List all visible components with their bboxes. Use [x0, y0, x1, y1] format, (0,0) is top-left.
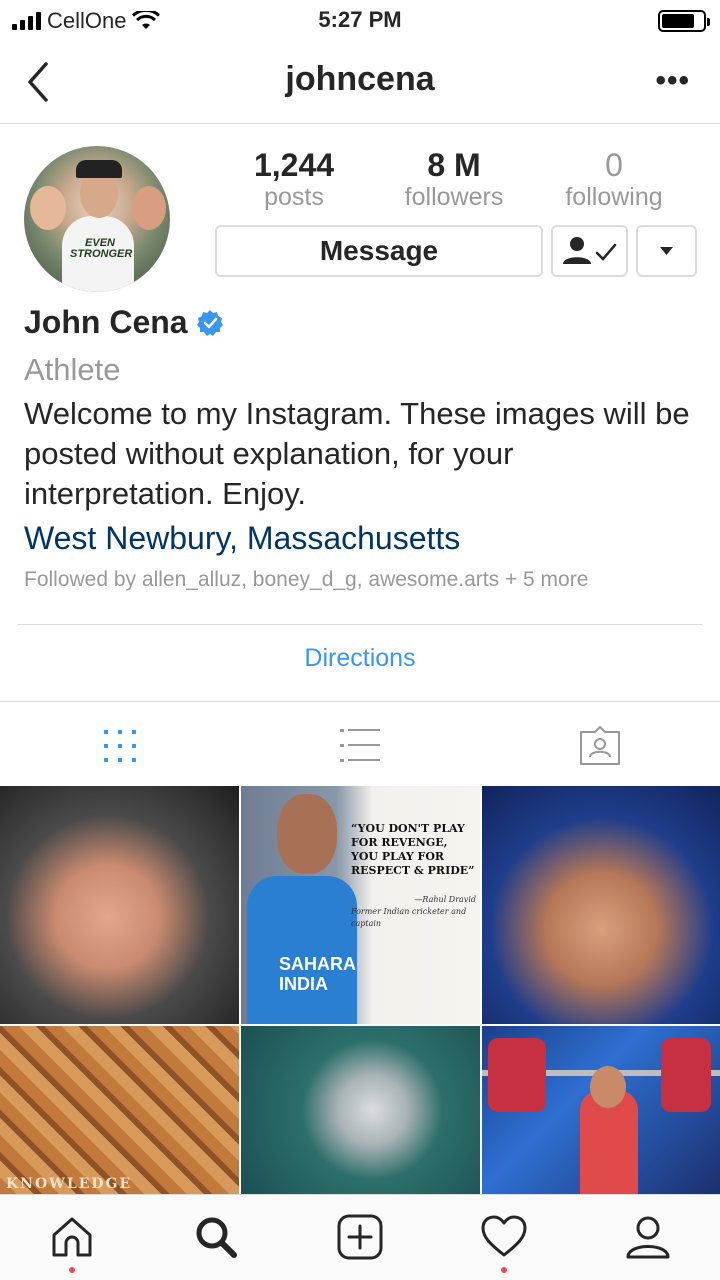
message-button[interactable]: Message [215, 225, 543, 277]
search-icon[interactable] [192, 1213, 240, 1261]
stat-posts[interactable]: 1,244 posts [214, 148, 374, 212]
post-thumbnail[interactable]: SAHARA INDIA “YOU DON'T PLAY FOR REVENGE… [241, 786, 480, 1024]
nav-bar: johncena ••• [0, 40, 720, 124]
photo-grid: SAHARA INDIA “YOU DON'T PLAY FOR REVENGE… [0, 786, 720, 1194]
content-tabs [0, 702, 720, 786]
grid-icon[interactable] [98, 724, 142, 768]
quote-attribution: —Rahul Dravid Former Indian cricketer an… [351, 895, 476, 928]
followed-by-text[interactable]: Followed by allen_alluz, boney_d_g, awes… [24, 568, 588, 592]
divider [18, 624, 702, 625]
triangle-down-icon [660, 247, 673, 255]
profile-name: John Cena [24, 304, 188, 340]
notification-dot [69, 1267, 75, 1273]
username-title: johncena [285, 60, 435, 98]
battery-icon [658, 10, 710, 32]
more-options-icon[interactable]: ••• [655, 64, 690, 98]
person-check-icon [563, 237, 617, 264]
jersey-text: SAHARA INDIA [279, 954, 356, 994]
list-icon[interactable] [338, 724, 382, 768]
post-thumbnail[interactable] [482, 1026, 720, 1194]
quote-text: “YOU DON'T PLAY FOR REVENGE, YOU PLAY FO… [351, 822, 475, 877]
profile-location-link[interactable]: West Newbury, Massachusetts [24, 520, 460, 557]
notification-dot [501, 1267, 507, 1273]
suggestions-dropdown-button[interactable] [636, 225, 697, 277]
mosaic-text: KNOWLEDGE [6, 1176, 133, 1192]
verified-badge-icon [196, 309, 223, 336]
post-thumbnail[interactable]: KNOWLEDGE [0, 1026, 239, 1194]
post-thumbnail[interactable] [241, 1026, 480, 1194]
post-thumbnail[interactable] [482, 786, 720, 1024]
status-bar: CellOne 5:27 PM [0, 0, 720, 40]
activity-heart-icon[interactable] [480, 1213, 528, 1261]
profile-stats: 1,244 posts 8 M followers 0 following [214, 148, 694, 212]
add-post-icon[interactable] [336, 1213, 384, 1261]
profile-avatar[interactable]: EVEN STRONGER [24, 146, 170, 292]
bottom-tab-bar [0, 1194, 720, 1280]
profile-category: Athlete [24, 352, 121, 387]
stat-followers[interactable]: 8 M followers [374, 148, 534, 212]
post-thumbnail[interactable] [0, 786, 239, 1024]
status-time: 5:27 PM [318, 7, 402, 32]
directions-button[interactable]: Directions [0, 644, 720, 673]
profile-bio: Welcome to my Instagram. These images wi… [24, 396, 690, 511]
stat-following[interactable]: 0 following [534, 148, 694, 212]
following-button[interactable] [551, 225, 628, 277]
name-row: John Cena [24, 304, 224, 341]
home-icon[interactable] [48, 1213, 96, 1261]
profile-icon[interactable] [624, 1213, 672, 1261]
tagged-icon[interactable] [578, 724, 622, 768]
avatar-shirt-text: EVEN STRONGER [70, 237, 133, 260]
